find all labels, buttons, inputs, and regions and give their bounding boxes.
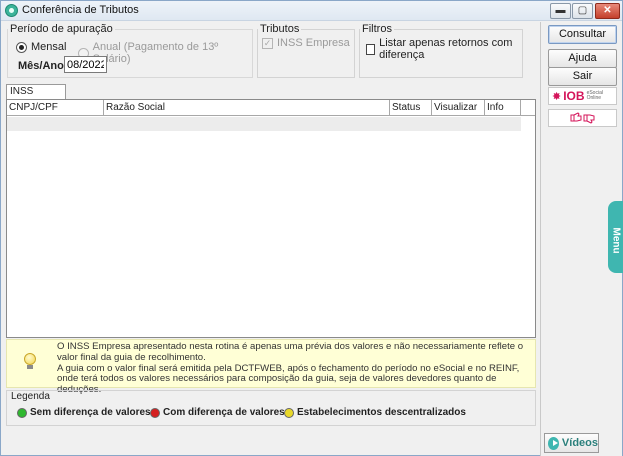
mensal-radio[interactable]: Mensal [16,41,66,53]
minimize-button[interactable]: ▬ [550,3,571,19]
sair-button[interactable]: Sair [548,67,617,86]
close-button[interactable]: ✕ [595,3,620,19]
legend-item-label: Estabelecimentos descentralizados [297,407,466,418]
consultar-label: Consultar [558,28,607,40]
tab-inss-empresa[interactable]: INSS Empresa [6,84,66,111]
mesano-input[interactable] [64,56,107,73]
lightbulb-icon [24,353,36,369]
legend-item-label: Sem diferença de valores [30,407,151,418]
play-icon [548,436,559,450]
col-status[interactable]: Status [390,100,432,116]
consultar-button[interactable]: Consultar [548,25,617,44]
info-text: O INSS Empresa apresentado nesta rotina … [57,341,532,396]
asterisk-icon: ✸ [552,90,562,103]
legend-item-sem-diferenca: Sem diferença de valores [17,407,151,418]
filtros-group: Filtros Listar apenas retornos com difer… [359,23,523,78]
periodo-legend: Período de apuração [10,23,113,35]
listar-diferenca-box[interactable] [366,43,376,55]
periodo-group: Período de apuração Mensal Anual (Pagame… [7,23,253,78]
menu-tab[interactable]: Menu [608,201,623,273]
listar-diferenca-label: Listar apenas retornos com diferença [379,37,513,61]
videos-button[interactable]: Vídeos [544,433,599,453]
feedback-button[interactable] [548,109,617,127]
col-razao-social[interactable]: Razão Social [104,100,390,116]
legend-box: Legenda Sem diferença de valores Com dif… [6,390,536,426]
mensal-radio-dot[interactable] [16,41,27,53]
window-title: Conferência de Tributos [22,4,139,16]
maximize-button[interactable]: ▢ [572,3,593,19]
legend-title: Legenda [11,391,50,402]
tributos-legend: Tributos [260,23,300,35]
iob-brand: IOB [563,89,585,103]
red-dot-icon [150,407,160,418]
tributos-group: Tributos ✓ INSS Empresa [257,23,355,78]
legend-item-label: Com diferença de valores [163,407,285,418]
green-dot-icon [17,407,27,418]
iob-esocial-button[interactable]: ✸ IOB eSocial Online [548,87,617,105]
inss-checkbox-label: INSS Empresa [277,37,350,49]
anual-label: Anual (Pagamento de 13º Salário) [92,41,219,65]
iob-sub: eSocial Online [586,90,603,101]
main-window: Conferência de Tributos ▬ ▢ ✕ Período de… [0,0,623,456]
inss-checkbox[interactable]: ✓ INSS Empresa [262,37,350,49]
table-row[interactable] [7,117,521,131]
title-bar[interactable]: Conferência de Tributos ▬ ▢ ✕ [1,1,622,21]
app-icon [5,4,18,17]
legend-item-com-diferenca: Com diferença de valores [150,407,285,418]
legend-item-descentralizados: Estabelecimentos descentralizados [284,407,466,418]
ajuda-label: Ajuda [568,52,597,64]
info-notice: O INSS Empresa apresentado nesta rotina … [6,339,536,395]
listar-diferenca-checkbox[interactable]: Listar apenas retornos com diferença [366,37,522,61]
info-line-1: O INSS Empresa apresentado nesta rotina … [57,341,524,363]
mesano-label: Mês/Ano [18,60,64,72]
sair-label: Sair [572,70,593,82]
filtros-legend: Filtros [362,23,392,35]
grid-header: CNPJ/CPF Razão Social Status Visualizar … [7,100,535,128]
col-info[interactable]: Info [485,100,521,116]
inss-checkbox-box[interactable]: ✓ [262,37,273,49]
mensal-label: Mensal [31,41,67,53]
menu-tab-label: Menu [610,227,622,254]
videos-label: Vídeos [561,437,598,449]
results-grid: CNPJ/CPF Razão Social Status Visualizar … [6,99,536,338]
col-cnpj[interactable]: CNPJ/CPF [7,100,104,116]
col-visualizar-xml[interactable]: Visualizar XML [432,100,485,128]
thumbs-up-down-icon [570,112,594,124]
ajuda-button[interactable]: Ajuda [548,49,617,68]
yellow-dot-icon [284,407,294,418]
